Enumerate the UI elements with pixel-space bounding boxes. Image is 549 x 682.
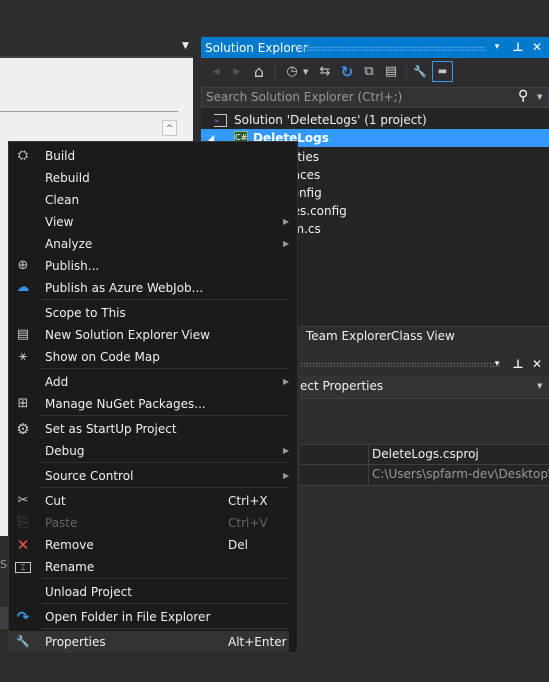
new-view-icon: ▤: [16, 327, 30, 342]
menu-separator: [41, 487, 288, 488]
tree-item-solution[interactable]: ∞ Solution 'DeleteLogs' (1 project): [201, 111, 549, 129]
menu-separator: [41, 578, 288, 579]
submenu-arrow-icon: ▶: [283, 239, 290, 248]
menu-item-properties[interactable]: 🔧 Properties Alt+Enter: [9, 631, 289, 653]
menu-item-debug[interactable]: Debug ▶: [9, 440, 289, 462]
solution-explorer-title: Solution Explorer: [205, 41, 308, 55]
menu-separator: [41, 462, 288, 463]
filter-dropdown-icon[interactable]: ▼: [303, 68, 308, 76]
menu-item-unload-project[interactable]: Unload Project: [9, 581, 289, 603]
paste-icon: ⎘: [17, 515, 29, 530]
search-options-dropdown-icon[interactable]: ▼: [537, 93, 542, 101]
menu-item-new-solution-explorer-view[interactable]: ▤ New Solution Explorer View: [9, 324, 289, 346]
submenu-arrow-icon: ▶: [283, 471, 290, 480]
solution-icon: ∞: [214, 114, 227, 127]
menu-item-clean[interactable]: Clean: [9, 189, 289, 211]
open-folder-icon: ↷: [16, 608, 30, 626]
menu-item-show-on-code-map[interactable]: ⚹ Show on Code Map: [9, 346, 289, 368]
tree-item-label: Solution 'DeleteLogs' (1 project): [234, 113, 427, 127]
menu-item-publish[interactable]: ⊕ Publish...: [9, 255, 289, 277]
properties-icon[interactable]: 🔧: [412, 64, 428, 80]
forward-icon[interactable]: ▶: [229, 64, 245, 80]
menu-separator: [41, 368, 288, 369]
tab-class-view[interactable]: Class View: [391, 329, 455, 343]
menu-item-add[interactable]: Add ▶: [9, 371, 289, 393]
menu-item-view[interactable]: View ▶: [9, 211, 289, 233]
close-icon[interactable]: ✕: [530, 357, 544, 371]
close-icon[interactable]: ✕: [530, 40, 544, 54]
pin-icon[interactable]: ⊥: [511, 357, 525, 371]
menu-item-paste[interactable]: ⎘ Paste Ctrl+V: [9, 512, 289, 534]
remove-icon: ✕: [16, 536, 30, 554]
menu-item-rebuild[interactable]: Rebuild: [9, 167, 289, 189]
menu-separator: [41, 603, 288, 604]
menu-separator: [41, 299, 288, 300]
property-value[interactable]: DeleteLogs.csproj: [372, 447, 479, 461]
menu-item-scope-to-this[interactable]: Scope to This: [9, 302, 289, 324]
divider: [0, 111, 178, 112]
home-icon[interactable]: ⌂: [251, 64, 267, 80]
toolbar-separator: [406, 64, 407, 81]
refresh-icon[interactable]: ↻: [339, 64, 355, 80]
show-all-files-icon[interactable]: ▤: [383, 64, 399, 80]
menu-item-remove[interactable]: ✕ Remove Del: [9, 534, 289, 556]
publish-icon: ⊕: [17, 258, 29, 273]
submenu-arrow-icon: ▶: [283, 446, 290, 455]
submenu-arrow-icon: ▶: [283, 217, 290, 226]
rename-icon: ⌶: [15, 562, 31, 573]
gear-icon: ⚙: [16, 420, 30, 438]
grid-line: [300, 464, 549, 465]
code-map-icon: ⚹: [19, 349, 27, 364]
grid-line: [300, 444, 549, 445]
menu-separator: [41, 628, 288, 629]
menu-item-set-startup-project[interactable]: ⚙ Set as StartUp Project: [9, 418, 289, 440]
chevron-down-icon[interactable]: ▼: [537, 382, 542, 390]
menu-item-analyze[interactable]: Analyze ▶: [9, 233, 289, 255]
menu-item-publish-azure-webjob[interactable]: ☁ Publish as Azure WebJob...: [9, 277, 289, 299]
property-value[interactable]: C:\Users\spfarm-dev\Desktop\De: [372, 467, 549, 481]
menu-separator: [41, 415, 288, 416]
search-input[interactable]: Search Solution Explorer (Ctrl+;): [206, 90, 402, 104]
sync-icon[interactable]: ⇆: [317, 64, 333, 80]
nuget-package-icon: ⊞: [17, 396, 29, 411]
chevron-down-icon[interactable]: ▼: [182, 41, 192, 51]
menu-item-source-control[interactable]: Source Control ▶: [9, 465, 289, 487]
wrench-icon: 🔧: [16, 635, 30, 648]
window-dropdown-icon[interactable]: ▾: [490, 40, 504, 54]
scissors-icon: ✂: [17, 493, 29, 508]
build-icon: ⛭: [17, 148, 29, 163]
drag-grip[interactable]: [300, 362, 500, 367]
properties-description: [300, 486, 549, 682]
menu-item-build[interactable]: ⛭ Build: [9, 145, 289, 167]
grid-column-divider: [368, 445, 369, 485]
collapse-all-icon[interactable]: ⧉: [361, 64, 377, 80]
window-dropdown-icon[interactable]: ▾: [490, 357, 504, 371]
menu-item-manage-nuget[interactable]: ⊞ Manage NuGet Packages...: [9, 393, 289, 415]
azure-cloud-icon: ☁: [16, 280, 30, 295]
search-icon[interactable]: ⚲: [518, 88, 528, 104]
back-icon[interactable]: ◀: [208, 64, 224, 80]
toolbar-separator: [275, 64, 276, 81]
menu-item-open-folder[interactable]: ↷ Open Folder in File Explorer: [9, 606, 289, 628]
menu-item-rename[interactable]: ⌶ Rename: [9, 556, 289, 578]
pending-changes-filter-icon[interactable]: ◷: [284, 64, 300, 80]
object-selector-label: ect Properties: [300, 379, 384, 393]
submenu-arrow-icon: ▶: [283, 377, 290, 386]
preview-icon[interactable]: ▬: [432, 61, 453, 82]
scroll-up-button[interactable]: ^: [162, 120, 177, 136]
tab-team-explorer[interactable]: Team Explorer: [306, 329, 392, 343]
drag-grip[interactable]: [300, 46, 485, 51]
pin-icon[interactable]: ⊥: [511, 40, 525, 54]
menu-item-cut[interactable]: ✂ Cut Ctrl+X: [9, 490, 289, 512]
